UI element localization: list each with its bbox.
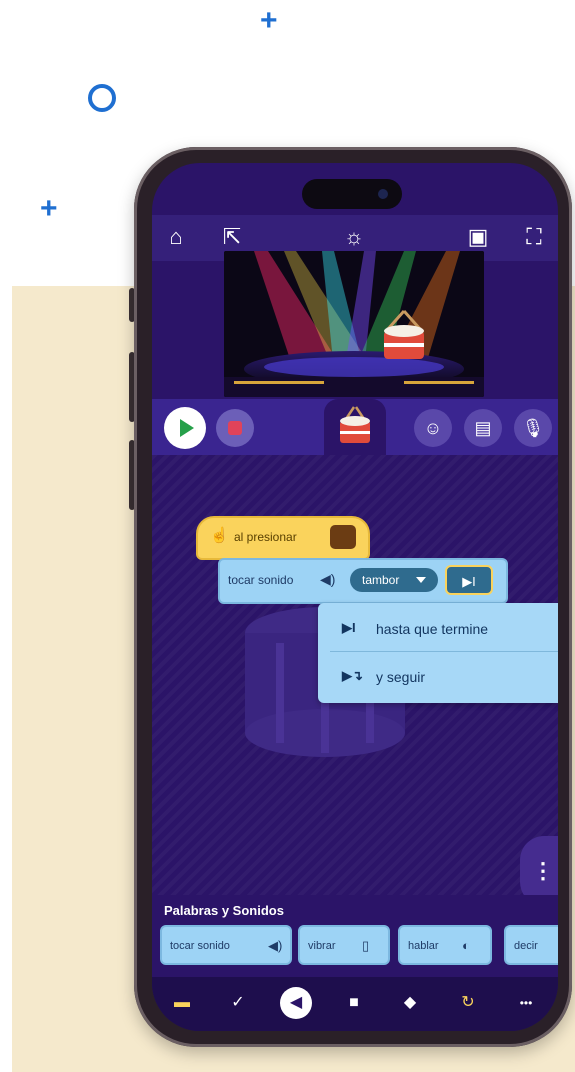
category-motion-icon[interactable]: ✓ [222, 987, 254, 1019]
play-until-done-icon: ▶I [342, 620, 356, 635]
image-button[interactable]: ▤ [464, 409, 502, 447]
play-sound-block[interactable]: tocar sonido ◀) tambor ▶I [218, 558, 508, 604]
vibrate-icon: ▯ [362, 938, 370, 953]
menu-item-label: y seguir [376, 669, 426, 685]
palette-block-label: decir [514, 940, 538, 952]
stop-button[interactable] [216, 409, 254, 447]
sprite-selector-tab[interactable] [324, 399, 386, 455]
speaker-icon: ◀) [268, 938, 283, 953]
block-palette: Palabras y Sonidos tocar sonido ◀) vibra… [152, 895, 558, 977]
sound-dropdown[interactable]: tambor [350, 568, 438, 592]
menu-item-until-done[interactable]: ▶I hasta que termine [318, 607, 558, 651]
share-icon[interactable]: ⇱ [216, 221, 248, 253]
category-events-icon[interactable]: ▬ [166, 987, 198, 1019]
device-icon[interactable]: ▣ [462, 221, 494, 253]
emoji-button[interactable]: ☺ [414, 409, 452, 447]
palette-block-label: vibrar [308, 940, 336, 952]
palette-block-speak[interactable]: hablar ◐ [398, 925, 492, 965]
brightness-icon[interactable]: ☼ [338, 221, 370, 253]
menu-divider [330, 651, 558, 652]
play-mode-selector[interactable]: ▶I [445, 565, 493, 595]
category-bar: ▬ ✓ ◀ ■ ◆ ↻ ••• [152, 977, 558, 1031]
tap-hand-icon: ☝ [210, 527, 229, 544]
home-icon[interactable]: ⌂ [160, 221, 192, 253]
palette-block-label: hablar [408, 940, 439, 952]
category-more-icon[interactable]: ••• [510, 987, 542, 1019]
speaker-icon: ◀) [320, 571, 336, 587]
play-mode-menu: ▶I hasta que termine ▶↴ y seguir [318, 603, 558, 703]
when-tapped-hat-block[interactable]: ☝ al presionar [196, 516, 370, 560]
palette-block-play-sound[interactable]: tocar sonido ◀) [160, 925, 292, 965]
plus-decoration-icon: + [40, 192, 58, 225]
stage-preview[interactable] [224, 251, 484, 397]
menu-item-label: hasta que termine [376, 621, 489, 637]
plus-decoration-icon: + [260, 4, 278, 37]
palette-block-say[interactable]: decir [504, 925, 558, 965]
category-looks-icon[interactable]: ■ [338, 987, 370, 1019]
sprite-thumbnail-icon [330, 525, 356, 549]
palette-block-label: tocar sonido [170, 940, 230, 952]
category-paint-icon[interactable]: ◆ [394, 987, 426, 1019]
stage-scene [224, 251, 484, 397]
drum-icon [340, 406, 370, 443]
category-sound-icon[interactable]: ◀ [280, 987, 312, 1019]
category-control-icon[interactable]: ↻ [452, 987, 484, 1019]
palette-block-vibrate[interactable]: vibrar ▯ [298, 925, 390, 965]
control-bar: ☺ ▤ 🎙 [152, 399, 558, 455]
fullscreen-icon[interactable]: ⛶ [518, 221, 550, 253]
app-screen: ⌂ ⇱ ☼ ▣ ⛶ ☺ ▤ 🎙 ☝ al presionar tocar son… [152, 163, 558, 1031]
menu-item-and-continue[interactable]: ▶↴ y seguir [318, 655, 558, 699]
palette-title: Palabras y Sonidos [164, 903, 284, 918]
dynamic-island [302, 179, 402, 209]
hat-block-label: al presionar [234, 530, 297, 544]
speak-icon: ◐ [462, 938, 470, 953]
green-flag-play-button[interactable] [164, 407, 206, 449]
play-sound-label: tocar sonido [228, 573, 294, 587]
microphone-button[interactable]: 🎙 [514, 409, 552, 447]
circle-decoration-icon [88, 84, 116, 112]
play-and-continue-icon: ▶↴ [342, 668, 363, 683]
